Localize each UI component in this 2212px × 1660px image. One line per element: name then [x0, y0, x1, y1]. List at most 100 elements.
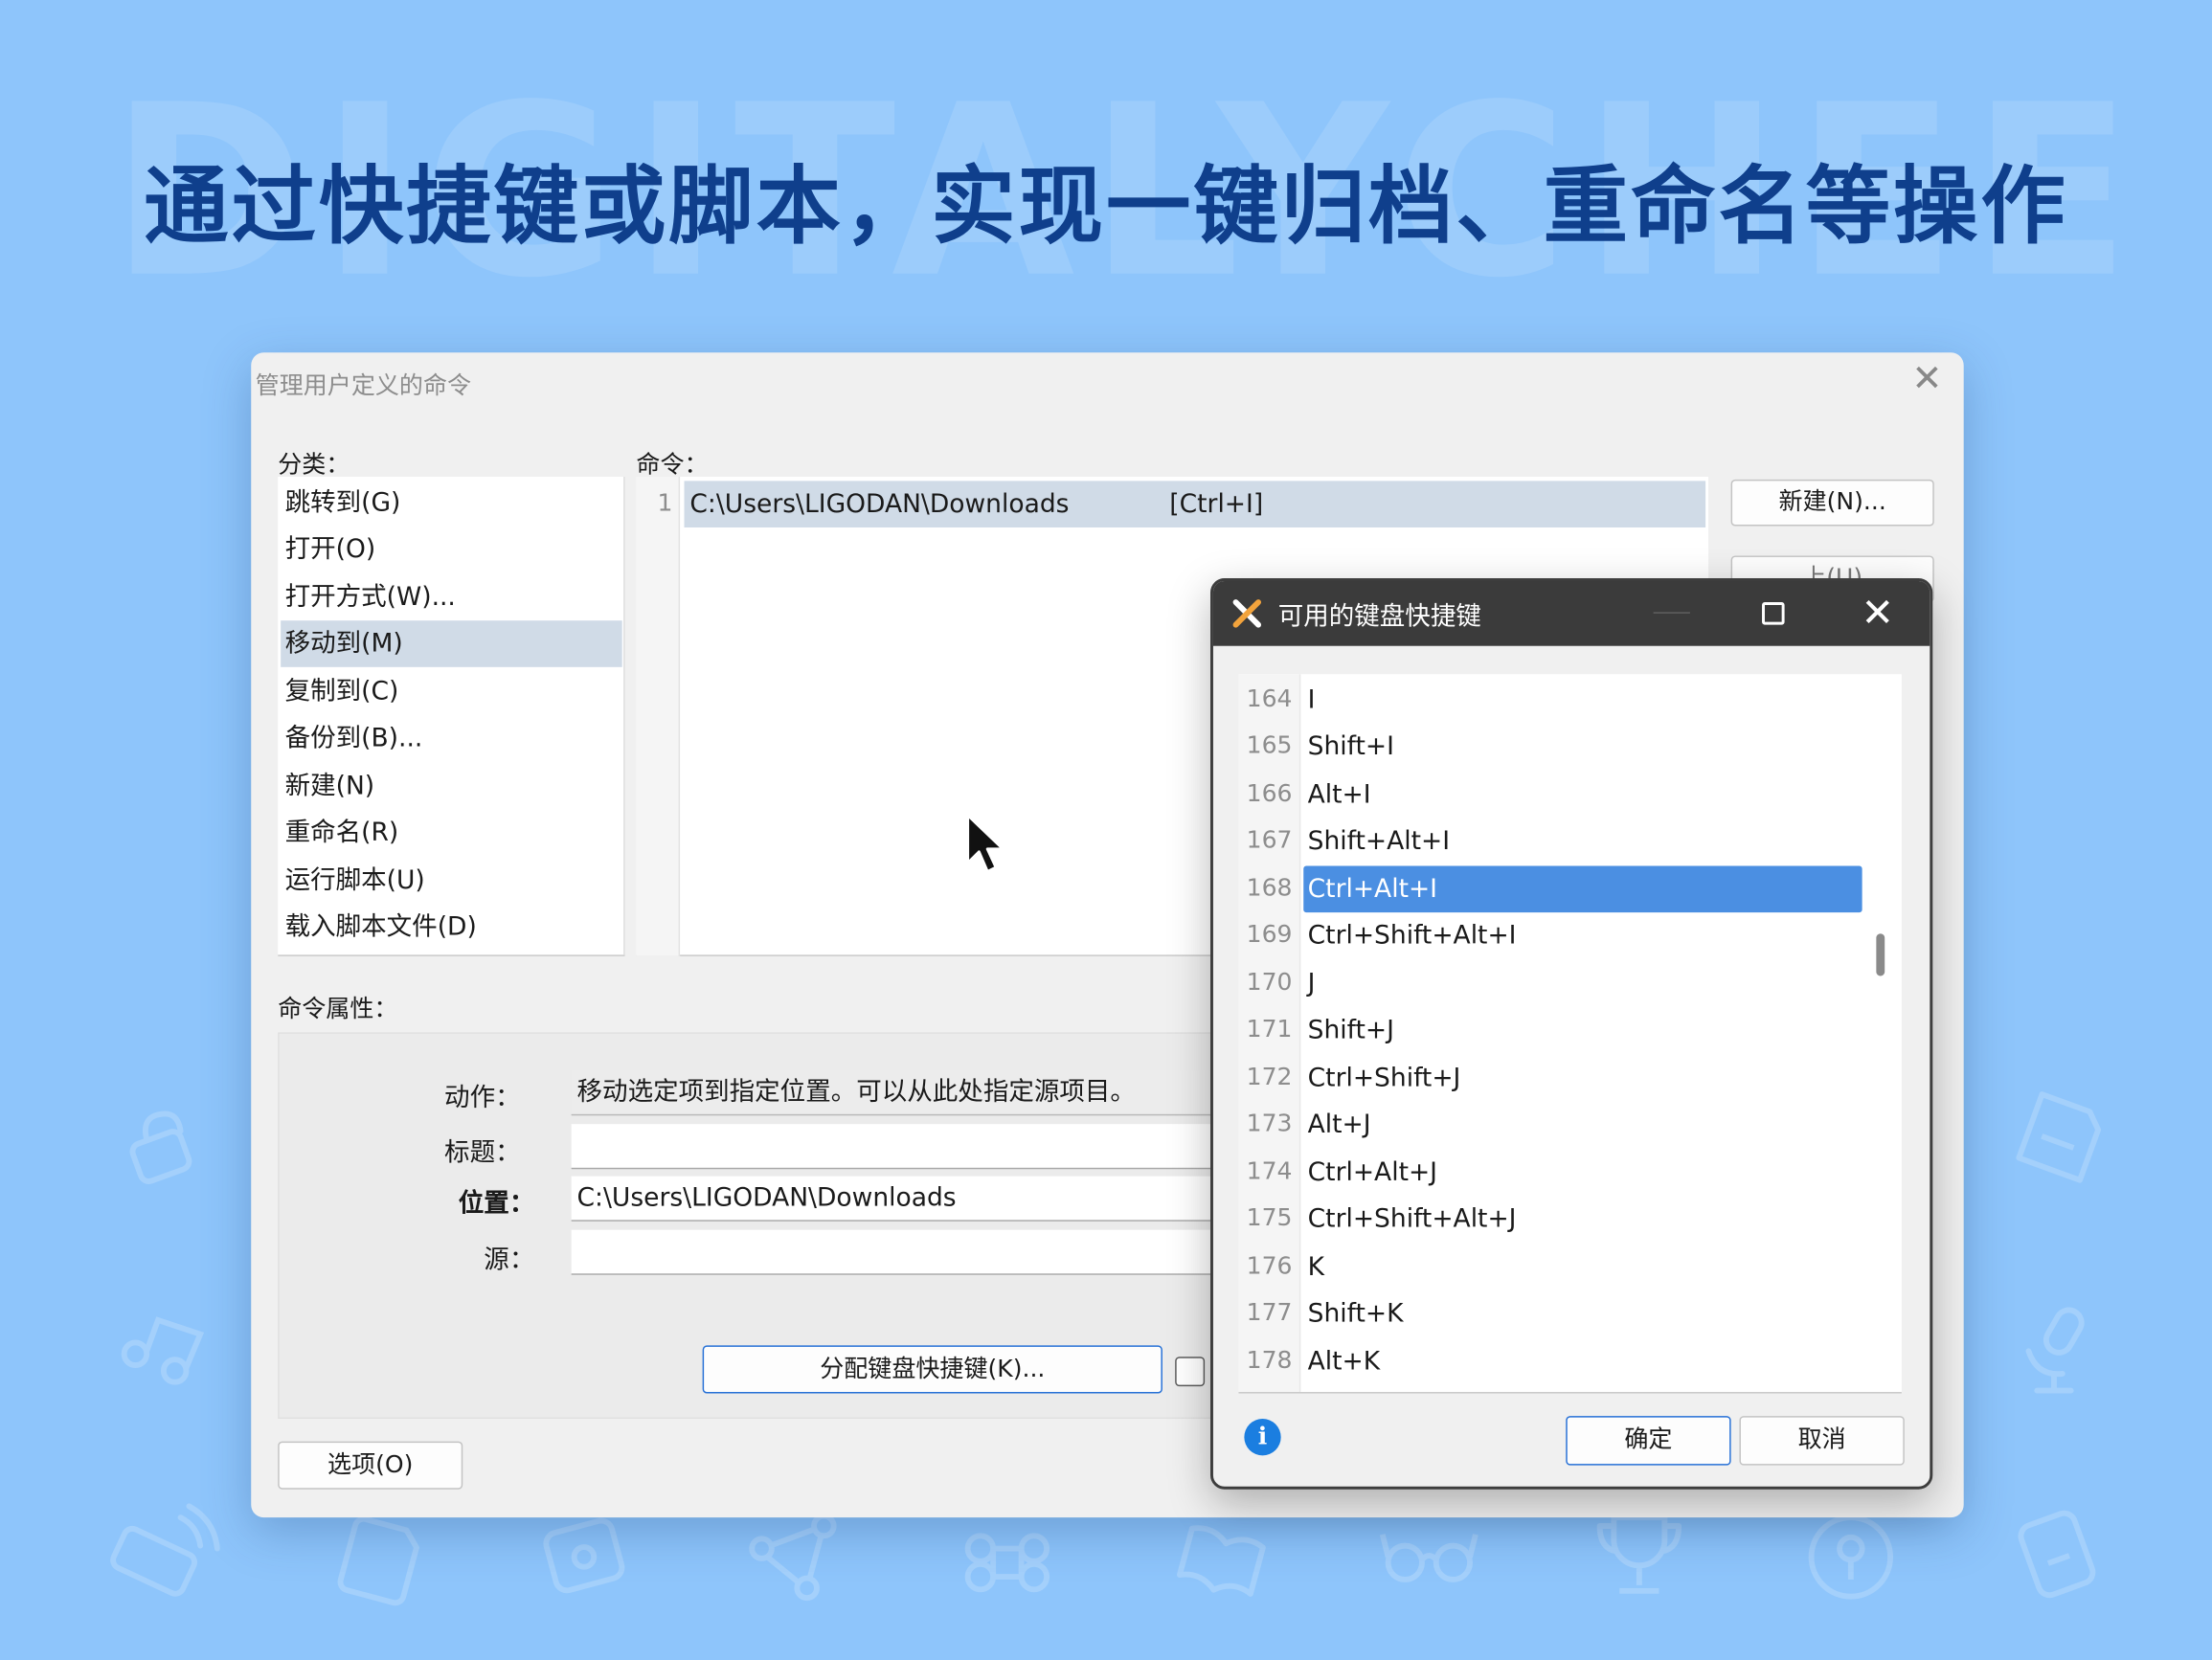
page-headline: 通过快捷键或脚本，实现一键归档、重命名等操作	[144, 157, 2068, 258]
row-number: 166	[1246, 779, 1293, 809]
shortcut-row[interactable]: 171 Shift+J	[1238, 1007, 1864, 1054]
properties-label: 命令属性：	[278, 996, 398, 1024]
category-item[interactable]: 打开(O)	[281, 527, 622, 573]
ok-button[interactable]: 确定	[1566, 1416, 1731, 1466]
shortcut-row[interactable]: 170 J	[1238, 960, 1864, 1007]
location-input[interactable]: C:\Users\LIGODAN\Downloads	[571, 1176, 1277, 1222]
shortcut-key: Ctrl+Shift+J	[1307, 1063, 1461, 1093]
maximize-icon[interactable]	[1762, 602, 1785, 625]
row-number: 176	[1246, 1252, 1293, 1281]
category-item[interactable]: 重命名(R)	[281, 810, 622, 857]
shortcut-key: Alt+I	[1307, 779, 1371, 810]
row-number: 177	[1246, 1298, 1293, 1328]
shortcut-key: Alt+K	[1307, 1346, 1381, 1377]
tag-icon	[2009, 1498, 2110, 1611]
row-number: 164	[1246, 684, 1293, 714]
command-row-selected[interactable]: C:\Users\LIGODAN\Downloads [Ctrl+I]	[684, 481, 1706, 527]
shortcut-row[interactable]: 175 Ctrl+Shift+Alt+J	[1238, 1196, 1864, 1243]
book-icon	[1171, 1509, 1273, 1610]
row-number: 165	[1246, 731, 1293, 761]
shortcut-key: I	[1307, 684, 1316, 715]
scrollbar-thumb[interactable]	[1876, 933, 1885, 976]
shortcut-key: Shift+K	[1307, 1298, 1404, 1329]
keyboard-wireless-icon	[107, 1498, 220, 1611]
category-item[interactable]: 打开方式(W)...	[281, 574, 622, 621]
close-icon[interactable]: ✕	[1908, 361, 1945, 397]
source-label: 源：	[484, 1245, 535, 1275]
command-key-icon	[957, 1512, 1058, 1613]
shortcut-row[interactable]: 174 Ctrl+Alt+J	[1238, 1150, 1864, 1197]
shortcut-key: Shift+Alt+I	[1307, 826, 1451, 857]
row-number: 171	[1246, 1015, 1293, 1044]
mouse-cursor-icon	[965, 813, 1007, 886]
shortcut-key: Ctrl+Shift+Alt+J	[1307, 1204, 1517, 1235]
padlock-icon	[122, 1103, 203, 1184]
title-input[interactable]	[571, 1124, 1277, 1170]
row-number: 173	[1246, 1110, 1293, 1138]
shortcut-key: J	[1307, 969, 1316, 999]
glasses-icon	[1377, 1509, 1484, 1610]
shortcut-key: Ctrl+Shift+Alt+I	[1307, 920, 1517, 951]
category-item[interactable]: 跳转到(G)	[281, 480, 622, 527]
shortcut-row[interactable]: 173 Alt+J	[1238, 1102, 1864, 1149]
option-checkbox[interactable]	[1175, 1357, 1206, 1387]
shortcut-row-selected[interactable]: 168 Ctrl+Alt+I	[1238, 865, 1864, 913]
options-button[interactable]: 选项(O)	[278, 1441, 463, 1490]
row-number: 174	[1246, 1157, 1293, 1186]
row-number: 172	[1246, 1063, 1293, 1092]
category-item[interactable]: 运行脚本(U)	[281, 858, 622, 905]
category-item[interactable]: 载入脚本文件(D)	[281, 904, 622, 951]
category-item[interactable]: 新建(N)	[281, 763, 622, 810]
row-number: 178	[1246, 1346, 1293, 1376]
music-note-icon	[116, 1309, 217, 1393]
shortcut-key: Ctrl+Alt+J	[1307, 1157, 1438, 1188]
info-icon[interactable]: i	[1244, 1419, 1281, 1456]
shortcut-list[interactable]: 164 I 165 Shift+I 166 Alt+I 167 Shift+Alt+I …	[1238, 674, 1902, 1394]
new-command-button[interactable]: 新建(N)...	[1730, 479, 1934, 527]
cancel-button[interactable]: 取消	[1739, 1416, 1905, 1466]
shortcut-key: K	[1307, 1252, 1325, 1283]
shortcut-row[interactable]: 164 I	[1238, 677, 1864, 724]
category-item[interactable]: 备份到(B)...	[281, 715, 622, 762]
shortcut-row[interactable]: 172 Ctrl+Shift+J	[1238, 1055, 1864, 1102]
action-label: 动作：	[444, 1083, 521, 1113]
minimize-icon[interactable]	[1653, 612, 1690, 614]
trophy-icon	[1589, 1503, 1690, 1610]
row-number: 170	[1246, 969, 1293, 998]
shortcut-picker-dialog: 可用的键盘快捷键 ✕ 164 I 165 Shift+I 166 Alt+I 167 S…	[1210, 578, 1933, 1490]
page-root: DIGITALYCHEE 通过快捷键或脚本，实现一键归档、重命名等操作 管理用户…	[0, 0, 2212, 1660]
category-list[interactable]: 跳转到(G) 打开(O) 打开方式(W)... 移动到(M) 复制到(C) 备份…	[278, 476, 625, 956]
title-label: 标题：	[444, 1137, 521, 1168]
source-input[interactable]	[571, 1229, 1277, 1275]
floppy-disk-icon	[2009, 1086, 2110, 1187]
shortcut-row[interactable]: 177 Shift+K	[1238, 1290, 1864, 1337]
folder-lock-icon	[536, 1503, 638, 1604]
keyhole-icon	[1800, 1506, 1902, 1607]
action-field: 移动选定项到指定位置。可以从此处指定源项目。	[571, 1070, 1277, 1116]
line-number-gutter: 1	[636, 476, 681, 956]
shortcut-row[interactable]: 166 Alt+I	[1238, 772, 1864, 819]
command-label: 命令：	[636, 451, 709, 480]
picker-titlebar: 可用的键盘快捷键 ✕	[1212, 580, 1930, 646]
app-logo-icon	[1230, 596, 1264, 630]
dialog-title: 管理用户定义的命令	[255, 371, 472, 401]
shortcut-key: Shift+J	[1307, 1015, 1394, 1045]
shortcut-row[interactable]: 165 Shift+I	[1238, 724, 1864, 771]
row-number: 167	[1246, 826, 1293, 855]
shortcut-row[interactable]: 169 Ctrl+Shift+Alt+I	[1238, 912, 1864, 959]
category-item[interactable]: 复制到(C)	[281, 668, 622, 715]
shortcut-row[interactable]: 178 Alt+K	[1238, 1338, 1864, 1385]
shortcut-key: Alt+J	[1307, 1110, 1371, 1140]
category-item-selected[interactable]: 移动到(M)	[281, 620, 622, 667]
command-index: 1	[657, 489, 673, 518]
close-icon[interactable]: ✕	[1857, 592, 1899, 635]
network-nodes-icon	[742, 1506, 852, 1607]
microphone-icon	[2012, 1300, 2105, 1399]
location-label: 位置：	[458, 1188, 535, 1219]
picker-title: 可用的键盘快捷键	[1277, 602, 1481, 632]
assign-shortcut-button[interactable]: 分配键盘快捷键(K)...	[702, 1345, 1162, 1394]
row-number: 175	[1246, 1204, 1293, 1233]
shortcut-row[interactable]: 176 K	[1238, 1244, 1864, 1290]
shortcut-row[interactable]: 167 Shift+Alt+I	[1238, 818, 1864, 864]
row-number: 169	[1246, 920, 1293, 950]
